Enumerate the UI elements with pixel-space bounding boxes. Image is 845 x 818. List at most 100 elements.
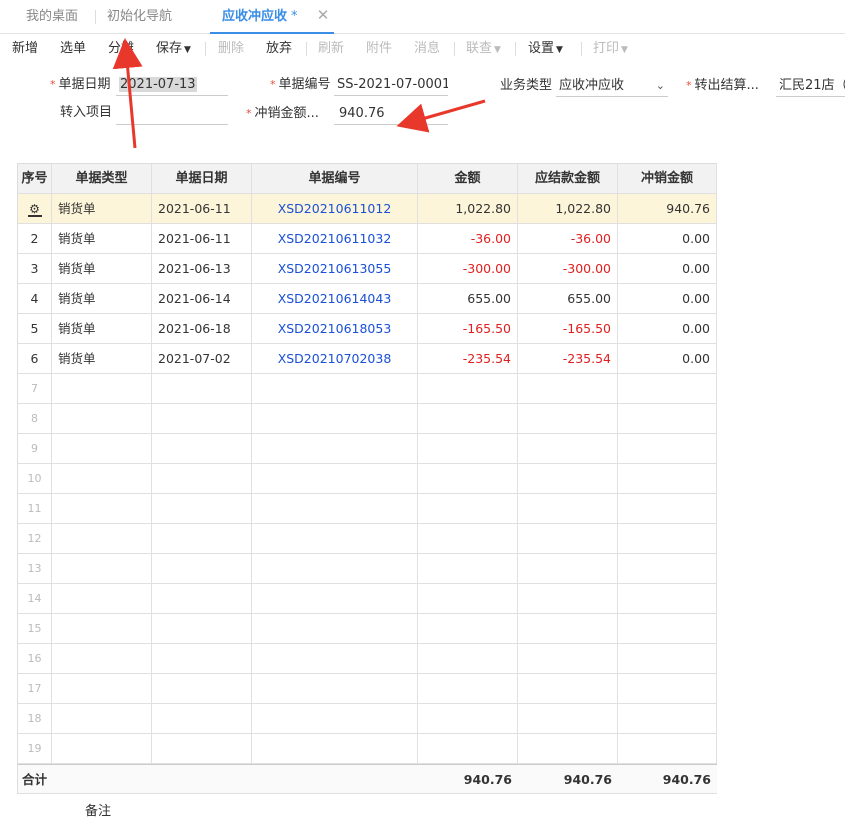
cell-code[interactable]	[252, 674, 418, 703]
cell-type[interactable]	[52, 494, 152, 523]
cell-date[interactable]: 2021-07-02	[152, 344, 252, 373]
cell-date[interactable]: 2021-06-13	[152, 254, 252, 283]
cell-writeoff[interactable]	[618, 554, 717, 583]
link-query-button[interactable]: 联查 ▼	[466, 35, 501, 63]
select-button[interactable]: 选单	[60, 35, 86, 63]
cell-writeoff[interactable]: 0.00	[618, 284, 717, 313]
cell-date[interactable]: 2021-06-11	[152, 224, 252, 253]
attach-button[interactable]: 附件	[366, 35, 392, 63]
tab-my-desktop[interactable]: 我的桌面	[14, 0, 90, 34]
cell-date[interactable]	[152, 734, 252, 763]
row-settings-cell[interactable]: ⚙	[18, 194, 52, 223]
cell-type[interactable]	[52, 464, 152, 493]
cell-date[interactable]	[152, 464, 252, 493]
cell-code[interactable]	[252, 734, 418, 763]
cell-writeoff[interactable]: 940.76	[618, 194, 717, 223]
gear-icon[interactable]: ⚙	[27, 203, 42, 217]
cell-code[interactable]	[252, 554, 418, 583]
cell-date[interactable]	[152, 374, 252, 403]
table-row[interactable]: 6 销货单 2021-07-02 XSD20210702038 -235.54 -235.…	[18, 344, 717, 374]
cell-code[interactable]	[252, 404, 418, 433]
table-row-empty[interactable]: 7	[18, 374, 717, 404]
table-row[interactable]: 2 销货单 2021-06-11 XSD20210611032 -36.00 -36.00…	[18, 224, 717, 254]
cell-date[interactable]	[152, 614, 252, 643]
cell-writeoff[interactable]: 0.00	[618, 314, 717, 343]
cell-type[interactable]	[52, 614, 152, 643]
cell-type[interactable]	[52, 374, 152, 403]
cell-type[interactable]: 销货单	[52, 314, 152, 343]
cell-code[interactable]	[252, 494, 418, 523]
cell-writeoff[interactable]	[618, 404, 717, 433]
cell-date[interactable]	[152, 494, 252, 523]
cell-type[interactable]	[52, 674, 152, 703]
close-icon[interactable]: ✕	[316, 8, 330, 23]
cell-type[interactable]	[52, 644, 152, 673]
table-row[interactable]: 3 销货单 2021-06-13 XSD20210613055 -300.00 -300.…	[18, 254, 717, 284]
cell-writeoff[interactable]	[618, 524, 717, 553]
table-row-empty[interactable]: 11	[18, 494, 717, 524]
new-button[interactable]: 新增	[12, 35, 38, 63]
writeoff-field[interactable]: 940.76	[334, 103, 448, 125]
cell-writeoff[interactable]	[618, 674, 717, 703]
table-row-empty[interactable]: 10	[18, 464, 717, 494]
settings-button[interactable]: 设置 ▼	[528, 35, 563, 63]
table-row-empty[interactable]: 8	[18, 404, 717, 434]
tab-receivable-offset[interactable]: 应收冲应收 *	[210, 0, 334, 34]
cell-writeoff[interactable]	[618, 494, 717, 523]
print-button[interactable]: 打印 ▼	[593, 35, 628, 63]
cell-type[interactable]	[52, 434, 152, 463]
cell-code-link[interactable]: XSD20210611032	[252, 224, 418, 253]
table-row-empty[interactable]: 16	[18, 644, 717, 674]
table-row[interactable]: 4 销货单 2021-06-14 XSD20210614043 655.00 655.00…	[18, 284, 717, 314]
cell-writeoff[interactable]	[618, 584, 717, 613]
cell-date[interactable]	[152, 584, 252, 613]
discard-button[interactable]: 放弃	[266, 35, 292, 63]
save-button[interactable]: 保存 ▼	[156, 35, 191, 63]
cell-date[interactable]	[152, 644, 252, 673]
table-row-empty[interactable]: 9	[18, 434, 717, 464]
cell-type[interactable]: 销货单	[52, 224, 152, 253]
table-row-empty[interactable]: 15	[18, 614, 717, 644]
number-field[interactable]: SS-2021-07-0001	[334, 74, 448, 96]
cell-date[interactable]: 2021-06-11	[152, 194, 252, 223]
cell-date[interactable]	[152, 524, 252, 553]
table-row-empty[interactable]: 18	[18, 704, 717, 734]
cell-code-link[interactable]: XSD20210618053	[252, 314, 418, 343]
cell-code-link[interactable]: XSD20210613055	[252, 254, 418, 283]
refresh-button[interactable]: 刷新	[318, 35, 344, 63]
cell-date[interactable]	[152, 674, 252, 703]
cell-code[interactable]	[252, 614, 418, 643]
cell-type[interactable]: 销货单	[52, 344, 152, 373]
cell-type[interactable]	[52, 734, 152, 763]
cell-code-link[interactable]: XSD20210614043	[252, 284, 418, 313]
cell-writeoff[interactable]: 0.00	[618, 344, 717, 373]
biztype-select[interactable]: 应收冲应收 ⌄	[556, 75, 668, 97]
cell-type[interactable]	[52, 524, 152, 553]
split-button[interactable]: 分摊	[108, 35, 134, 63]
cell-type[interactable]	[52, 704, 152, 733]
table-row-empty[interactable]: 13	[18, 554, 717, 584]
cell-type[interactable]: 销货单	[52, 194, 152, 223]
table-row-empty[interactable]: 17	[18, 674, 717, 704]
cell-date[interactable]	[152, 704, 252, 733]
cell-writeoff[interactable]	[618, 464, 717, 493]
cell-type[interactable]	[52, 404, 152, 433]
cell-date[interactable]	[152, 404, 252, 433]
cell-writeoff[interactable]	[618, 374, 717, 403]
table-row-empty[interactable]: 14	[18, 584, 717, 614]
cell-type[interactable]	[52, 554, 152, 583]
cell-code-link[interactable]: XSD20210611012	[252, 194, 418, 223]
date-field[interactable]: 2021-07-13	[116, 74, 228, 96]
cell-writeoff[interactable]: 0.00	[618, 224, 717, 253]
table-row-empty[interactable]: 12	[18, 524, 717, 554]
cell-date[interactable]: 2021-06-18	[152, 314, 252, 343]
table-row-empty[interactable]: 19	[18, 734, 717, 764]
cell-writeoff[interactable]	[618, 644, 717, 673]
transfer-out-field[interactable]: 汇民21店（	[776, 75, 845, 97]
cell-date[interactable]: 2021-06-14	[152, 284, 252, 313]
cell-date[interactable]	[152, 554, 252, 583]
tab-init-nav[interactable]: 初始化导航	[95, 0, 184, 34]
cell-code[interactable]	[252, 374, 418, 403]
transfer-in-field[interactable]	[116, 103, 228, 125]
cell-code[interactable]	[252, 464, 418, 493]
